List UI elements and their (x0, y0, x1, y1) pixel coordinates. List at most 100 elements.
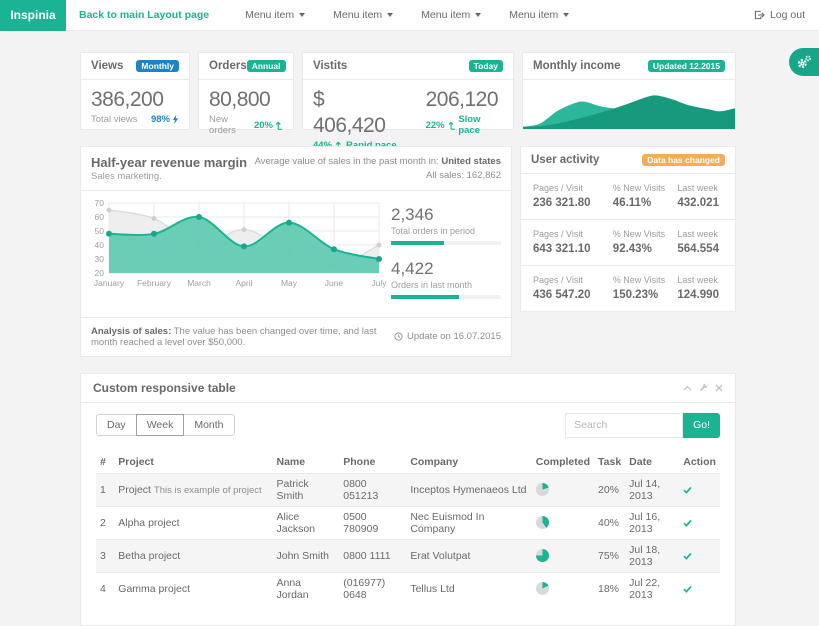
orders-delta: 20% (254, 120, 283, 131)
table-header-row: # Project Name Phone Company Completed T… (96, 451, 720, 474)
day-button[interactable]: Day (96, 414, 137, 436)
svg-text:February: February (137, 278, 172, 288)
orders-month-value: 4,422 (391, 259, 501, 279)
table-row[interactable]: 2 Alpha project Alice Jackson 0500 78090… (96, 506, 720, 539)
menu-item-3[interactable]: Menu item (407, 9, 495, 21)
svg-text:March: March (187, 278, 211, 288)
menu-item-4[interactable]: Menu item (495, 9, 583, 21)
chevron-down-icon (387, 13, 393, 17)
orders-period-label: Total orders in period (391, 226, 501, 236)
menu-item-label: Menu item (509, 9, 558, 21)
monthly-income-area-chart (523, 80, 735, 130)
bolt-icon (172, 115, 179, 124)
activity-row: Pages / Visit436 547.20 % New Visits150.… (521, 266, 735, 311)
level-up-icon (448, 121, 456, 130)
updated-badge: Updated 12.2015 (648, 60, 725, 73)
visits-pace-2: Slow pace (458, 114, 503, 136)
gears-icon (796, 54, 812, 70)
completed-pie-chart (536, 483, 549, 496)
table-row[interactable]: 4 Gamma project Anna Jordan (016977) 064… (96, 572, 720, 605)
week-button[interactable]: Week (136, 414, 185, 436)
close-icon (715, 384, 723, 392)
orders-period-progressbar (391, 241, 501, 245)
wrench-icon (699, 383, 708, 392)
visits-delta-2: 22% (426, 120, 445, 131)
orders-month-label: Orders in last month (391, 280, 501, 290)
svg-text:January: January (94, 278, 125, 288)
views-card: Views Monthly 386,200 Total views 98% (80, 52, 190, 130)
chevron-down-icon (563, 13, 569, 17)
analysis-text: Analysis of sales: The value has been ch… (91, 326, 382, 348)
svg-text:June: June (325, 278, 344, 288)
annual-badge: Annual (247, 60, 286, 73)
visits-value-1: $ 406,420 (313, 87, 400, 139)
revenue-panel: Half-year revenue margin Sales marketing… (80, 146, 512, 357)
logout-label: Log out (770, 9, 805, 21)
visits-value-2: 206,120 (426, 87, 503, 113)
svg-text:30: 30 (95, 254, 105, 264)
logout-button[interactable]: Log out (754, 9, 805, 21)
completed-pie-chart (536, 582, 549, 595)
check-icon[interactable] (683, 552, 716, 560)
today-badge: Today (469, 60, 503, 73)
svg-text:May: May (281, 278, 298, 288)
custom-table-panel: Custom responsive table Day Week (80, 373, 736, 626)
user-activity-panel: User activity Data has changed Pages / V… (520, 146, 736, 357)
menu-item-label: Menu item (245, 9, 294, 21)
projects-table: # Project Name Phone Company Completed T… (96, 451, 720, 605)
svg-text:April: April (235, 278, 252, 288)
completed-pie-chart (536, 516, 549, 529)
brand-logo[interactable]: Inspinia (0, 0, 66, 31)
views-value: 386,200 (91, 87, 179, 113)
period-button-group: Day Week Month (96, 414, 235, 436)
month-button[interactable]: Month (183, 414, 234, 436)
main-menu: Menu item Menu item Menu item Menu item (231, 9, 583, 21)
income-card-title: Monthly income (533, 60, 621, 72)
back-to-layout-link[interactable]: Back to main Layout page (79, 9, 209, 21)
monthly-badge: Monthly (136, 60, 179, 73)
revenue-stats: 2,346 Total orders in period 4,422 Order… (391, 197, 501, 313)
orders-card: Orders Annual 80,800 New orders 20% (198, 52, 294, 130)
page-content: Views Monthly 386,200 Total views 98% (80, 52, 736, 626)
chevron-down-icon (299, 13, 305, 17)
stat-cards-row: Views Monthly 386,200 Total views 98% (80, 52, 736, 130)
table-row[interactable]: 3 Betha project John Smith 0800 1111 Era… (96, 539, 720, 572)
menu-item-label: Menu item (421, 9, 470, 21)
orders-month-progressbar (391, 295, 501, 299)
visits-col-2: 206,120 22% Slow pace (426, 87, 503, 122)
menu-item-2[interactable]: Menu item (319, 9, 407, 21)
orders-period-value: 2,346 (391, 205, 501, 225)
collapse-button[interactable] (683, 385, 692, 391)
orders-card-title: Orders (209, 60, 247, 72)
clock-icon (394, 332, 403, 341)
svg-text:40: 40 (95, 240, 105, 250)
income-card: Monthly income Updated 12.2015 (522, 52, 736, 130)
orders-value: 80,800 (209, 87, 283, 113)
menu-item-label: Menu item (333, 9, 382, 21)
check-icon[interactable] (683, 585, 716, 593)
svg-text:50: 50 (95, 226, 105, 236)
user-activity-title: User activity (531, 154, 599, 166)
views-label: Total views (91, 114, 137, 125)
visits-col-1: $ 406,420 44% Rapid pace (313, 87, 400, 122)
svg-text:60: 60 (95, 212, 105, 222)
chevron-up-icon (683, 385, 692, 391)
go-button[interactable]: Go! (683, 413, 720, 438)
visits-card-title: Vistits (313, 60, 347, 72)
visits-card: Vistits Today $ 406,420 44% Rapid pace 2… (302, 52, 514, 130)
svg-text:70: 70 (95, 198, 105, 208)
activity-row: Pages / Visit643 321.10 % New Visits92.4… (521, 220, 735, 266)
orders-label: New orders (209, 114, 254, 136)
top-navbar: Inspinia Back to main Layout page Menu i… (0, 0, 819, 31)
settings-button[interactable] (699, 383, 708, 392)
search-input[interactable] (565, 413, 683, 438)
views-card-title: Views (91, 60, 123, 72)
table-row[interactable]: 1 Project This is example of project Pat… (96, 473, 720, 506)
check-icon[interactable] (683, 519, 716, 527)
data-changed-badge: Data has changed (642, 154, 725, 167)
update-date: Update on 16.07.2015 (394, 326, 501, 348)
menu-item-1[interactable]: Menu item (231, 9, 319, 21)
theme-config-button[interactable] (789, 48, 819, 76)
close-button[interactable] (715, 384, 723, 392)
svg-text:20: 20 (95, 268, 105, 278)
